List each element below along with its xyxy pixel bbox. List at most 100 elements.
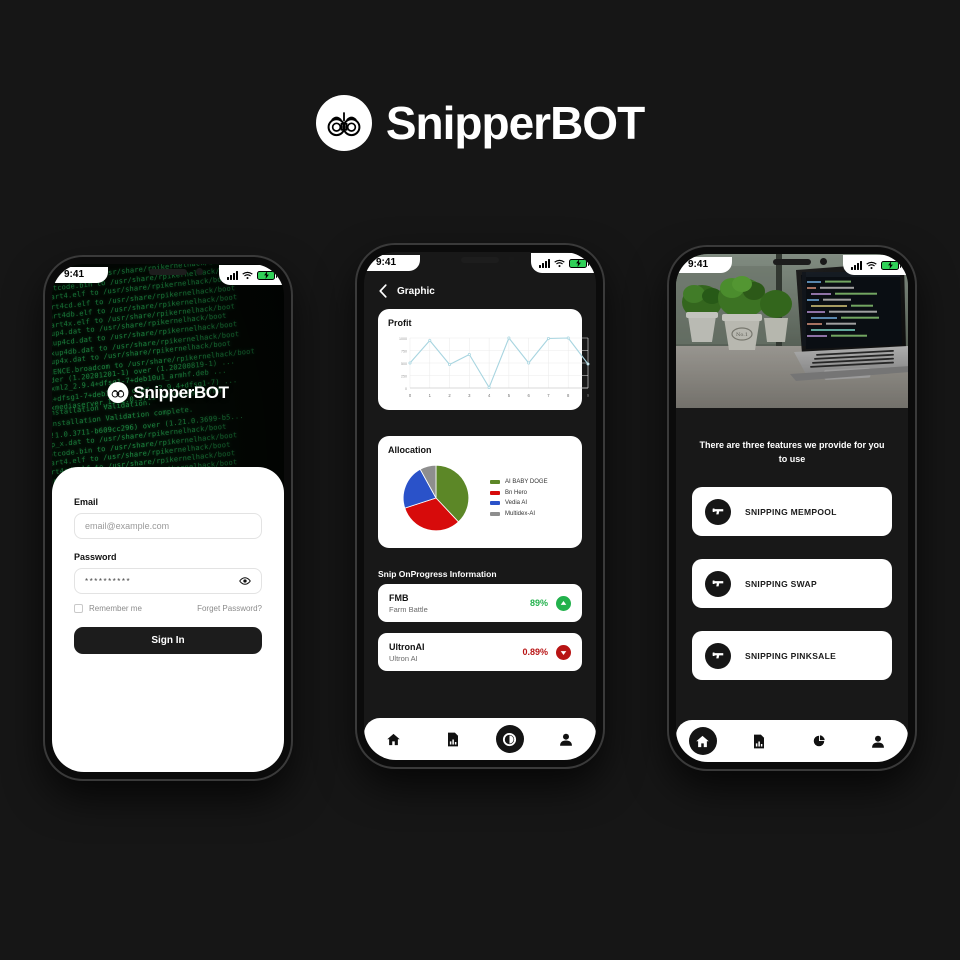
svg-text:5: 5	[508, 393, 511, 398]
nav-item-home[interactable]	[688, 727, 717, 755]
graphic-topbar: Graphic	[378, 284, 435, 298]
profit-line-chart: 0 250 500 750 1000 0 1 2 3 4 5 6 7 8 9	[399, 336, 590, 398]
gun-icon	[705, 570, 731, 597]
person-icon	[560, 733, 573, 746]
laptop-with-code-and-plants-photo: No.1	[676, 254, 908, 408]
terminal-line: art4.elf to /usr/share/rpikernelhack/boo…	[52, 440, 231, 468]
allocation-chart-title: Allocation	[388, 445, 432, 455]
feature-card-mempool[interactable]: SNIPPING MEMPOOL	[692, 487, 892, 536]
app-logo-text: SnipperBOT	[133, 382, 229, 402]
feature-card-pinksale[interactable]: SNIPPING PINKSALE	[692, 631, 892, 680]
bottom-nav	[676, 720, 908, 762]
legend-label: Multidex-AI	[505, 510, 536, 517]
pie-chart-icon	[813, 735, 825, 747]
progress-row[interactable]: FMB Farm Battle 89%	[378, 584, 582, 622]
sign-in-button[interactable]: Sign In	[74, 627, 262, 654]
remember-me-checkbox[interactable]: Remember me	[74, 604, 142, 613]
phone-login: up_x.dat to /usr/share/rpikernelhack/boo…	[45, 257, 291, 779]
allocation-legend: AI BABY DOGE Bn Hero Vedia AI Multidex-AI	[490, 479, 548, 517]
svg-text:6: 6	[527, 393, 530, 398]
arrow-down-icon	[556, 644, 571, 660]
svg-text:7: 7	[547, 393, 550, 398]
progress-percent: 89%	[529, 598, 548, 608]
allocation-chart-card: Allocation AI BABY DOGE Bn Hero Vedia AI Mu…	[378, 436, 582, 548]
binoculars-icon	[107, 382, 129, 403]
gun-icon	[705, 642, 731, 669]
svg-text:250: 250	[401, 375, 407, 379]
progress-name: UltronAI	[389, 641, 425, 652]
terminal-line: xup4.dat to /usr/share/rpikernelhack/boo…	[52, 311, 227, 339]
legend-item: AI BABY DOGE	[490, 479, 548, 485]
checkbox-box[interactable]	[74, 604, 83, 613]
progress-row[interactable]: UltronAI Ultron AI 0.89%	[378, 633, 582, 671]
legend-swatch	[490, 511, 500, 516]
nav-item-graphic[interactable]	[495, 725, 524, 753]
notch-speaker	[461, 257, 499, 263]
progress-name: FMB	[389, 592, 409, 603]
progress-section-title: Snip OnProgress Information	[378, 569, 497, 579]
svg-text:0: 0	[405, 387, 407, 391]
phone-features: No.1 There are three features we provide…	[669, 247, 915, 769]
password-value: **********	[85, 576, 132, 586]
phone-graphic: Graphic Profit 0 250 500 750 1000 0 1 2 3 4 5 6 7 8 9 …	[357, 245, 603, 767]
svg-text:2: 2	[448, 393, 451, 398]
terminal-line: up_x.dat to /usr/share/rpikernelhack/boo…	[52, 422, 227, 450]
email-input[interactable]: email@example.com	[74, 513, 262, 539]
remember-me-label: Remember me	[89, 604, 142, 613]
terminal-line: !1.0.3711-b609cc296) over (1.21.0.3699-b…	[52, 412, 244, 441]
app-logo: SnipperBOT	[107, 382, 229, 403]
legend-label: Bn Hero	[505, 489, 528, 496]
terminal-line: xup4db.dat to /usr/share/rpikernelhack/b…	[52, 329, 240, 358]
feature-label: SNIPPING SWAP	[745, 578, 817, 589]
feature-card-swap[interactable]: SNIPPING SWAP	[692, 559, 892, 608]
svg-text:3: 3	[468, 393, 471, 398]
poster-canvas: SnipperBOT up_x.dat to /usr/share/rpiker…	[0, 0, 960, 960]
hero-image: No.1	[676, 254, 908, 408]
svg-text:8: 8	[567, 393, 570, 398]
progress-row-text: UltronAI Ultron AI	[389, 642, 425, 663]
terminal-line: art4.elf to /usr/share/rpikernelhack/boo…	[52, 274, 231, 302]
terminal-line: xup4cd.dat to /usr/share/rpikernelhack/b…	[52, 320, 238, 349]
legend-swatch	[490, 501, 500, 506]
nav-item-graphic[interactable]	[802, 724, 836, 758]
binoculars-icon	[315, 95, 372, 151]
progress-percent: 0.89%	[522, 647, 548, 657]
svg-text:1000: 1000	[399, 337, 407, 341]
home-icon	[696, 735, 709, 747]
pie-chart-icon	[503, 732, 517, 746]
legend-item: Multidex-AI	[490, 511, 548, 517]
progress-subtitle: Ultron AI	[389, 653, 418, 663]
forgot-password-link[interactable]: Forget Password?	[197, 604, 262, 613]
terminal-line: xup4x.dat to /usr/share/rpikernelhack/bo…	[52, 339, 232, 367]
terminal-line: installation Validation complete.	[52, 405, 194, 429]
svg-text:500: 500	[401, 362, 407, 366]
document-chart-icon	[754, 734, 765, 748]
chevron-left-icon[interactable]	[378, 284, 388, 298]
feature-label: SNIPPING MEMPOOL	[745, 506, 837, 517]
password-input[interactable]: **********	[74, 568, 262, 594]
nav-item-profile[interactable]	[549, 722, 583, 756]
legend-item: Vedia AI	[490, 500, 548, 506]
svg-text:4: 4	[488, 393, 491, 398]
progress-row-value: 0.89%	[522, 644, 571, 660]
progress-row-value: 89%	[529, 595, 571, 611]
email-placeholder: email@example.com	[85, 521, 170, 531]
nav-item-home[interactable]	[377, 722, 411, 756]
home-icon	[387, 733, 400, 745]
legend-label: Vedia AI	[505, 500, 528, 507]
profit-chart-card: Profit 0 250 500 750 1000 0 1 2 3 4 5 6 7 8 9	[378, 309, 590, 410]
legend-item: Bn Hero	[490, 490, 548, 496]
progress-row-text: FMB Farm Battle	[389, 593, 428, 614]
nav-item-report[interactable]	[436, 722, 470, 756]
nav-item-profile[interactable]	[861, 724, 895, 758]
terminal-line: art4x.elf to /usr/share/rpikernelhack/bo…	[52, 302, 236, 330]
password-label: Password	[74, 552, 117, 562]
terminal-line: der (1.20201201-1) over (1.20200819-1) .…	[52, 357, 236, 385]
notch-camera	[507, 256, 515, 263]
notch-camera	[195, 268, 203, 275]
login-form: Email email@example.com Password *******…	[52, 467, 284, 772]
login-screen: up_x.dat to /usr/share/rpikernelhack/boo…	[52, 264, 284, 772]
eye-icon[interactable]	[239, 575, 251, 587]
bottom-nav	[364, 718, 596, 760]
nav-item-report[interactable]	[742, 724, 776, 758]
